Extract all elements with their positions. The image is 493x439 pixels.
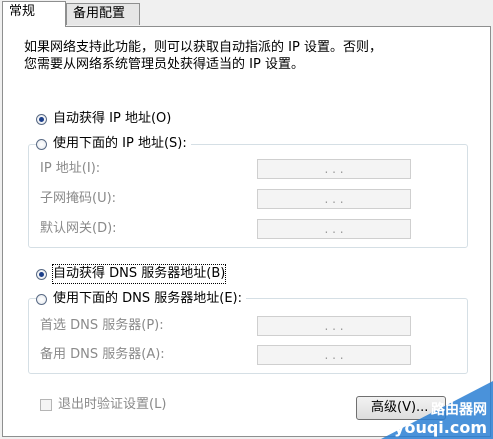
preferred-dns-value: . . .: [324, 319, 344, 333]
watermark-logo: 路由器网 luyouqi.com: [377, 381, 493, 439]
preferred-dns-label: 首选 DNS 服务器(P):: [40, 318, 164, 333]
description-text: 如果网络支持此功能，则可以获取自动指派的 IP 设置。否则， 您需要从网络系统管…: [24, 39, 474, 73]
ip-address-value: . . .: [324, 162, 344, 176]
validate-on-exit-label: 退出时验证设置(L): [58, 397, 167, 412]
tab-alternate-config[interactable]: 备用配置: [66, 3, 140, 25]
manual-ip-radio[interactable]: [36, 138, 47, 150]
manual-dns-radio[interactable]: [36, 293, 47, 305]
default-gateway-label: 默认网关(D):: [40, 221, 117, 236]
validate-on-exit-option[interactable]: 退出时验证设置(L): [40, 396, 166, 414]
subnet-mask-value: . . .: [324, 192, 344, 206]
watermark-top-text: 路由器网: [431, 402, 487, 418]
alternate-dns-label: 备用 DNS 服务器(A):: [40, 347, 165, 362]
alternate-dns-input[interactable]: . . .: [257, 345, 411, 365]
ip-properties-window: 常规 备用配置 如果网络支持此功能，则可以获取自动指派的 IP 设置。否则， 您…: [0, 0, 493, 439]
auto-ip-radio-option[interactable]: 自动获得 IP 地址(O): [36, 110, 171, 128]
validate-on-exit-checkbox[interactable]: [40, 399, 52, 411]
tab-alternate-config-label: 备用配置: [73, 6, 126, 21]
description-line-2: 您需要从网络系统管理员处获得适当的 IP 设置。: [24, 57, 304, 72]
description-line-1: 如果网络支持此功能，则可以获取自动指派的 IP 设置。否则，: [24, 40, 382, 55]
auto-dns-label: 自动获得 DNS 服务器地址(B): [51, 264, 227, 284]
manual-ip-radio-option[interactable]: 使用下面的 IP 地址(S):: [36, 135, 191, 153]
subnet-mask-input[interactable]: . . .: [257, 189, 411, 209]
auto-dns-radio-option[interactable]: 自动获得 DNS 服务器地址(B): [36, 264, 227, 284]
ip-address-input[interactable]: . . .: [257, 159, 411, 179]
preferred-dns-input[interactable]: . . .: [257, 316, 411, 336]
watermark-bottom-text: luyouqi.com: [377, 418, 487, 437]
default-gateway-input[interactable]: . . .: [257, 219, 411, 239]
default-gateway-value: . . .: [324, 222, 344, 236]
tab-general[interactable]: 常规: [2, 1, 66, 27]
manual-ip-label: 使用下面的 IP 地址(S):: [53, 136, 187, 151]
manual-dns-label: 使用下面的 DNS 服务器地址(E):: [53, 291, 242, 306]
manual-dns-radio-option[interactable]: 使用下面的 DNS 服务器地址(E):: [36, 290, 246, 308]
auto-ip-radio[interactable]: [36, 113, 47, 125]
alternate-dns-value: . . .: [324, 348, 344, 362]
subnet-mask-label: 子网掩码(U):: [40, 191, 117, 206]
ip-address-label: IP 地址(I):: [40, 161, 101, 176]
tab-general-label: 常规: [9, 4, 36, 19]
auto-ip-label: 自动获得 IP 地址(O): [53, 111, 172, 126]
auto-dns-radio[interactable]: [36, 268, 47, 280]
